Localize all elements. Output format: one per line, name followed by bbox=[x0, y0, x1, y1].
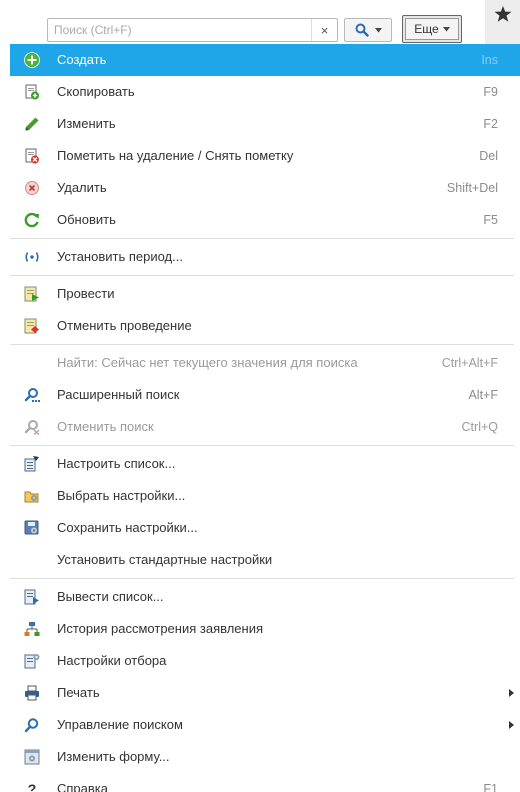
menu-item-label: Создать bbox=[57, 52, 107, 67]
menu-item-shortcut: Alt+F bbox=[468, 388, 498, 402]
menu-item-label: Вывести список... bbox=[57, 589, 164, 604]
menu-item-label: Установить стандартные настройки bbox=[57, 552, 273, 567]
refresh-icon bbox=[24, 212, 40, 228]
menu-item-shortcut: F2 bbox=[483, 117, 498, 131]
menu-item-label: История рассмотрения заявления bbox=[57, 621, 264, 636]
menu-toolbar: × Еще bbox=[0, 0, 520, 44]
menu-item-mark-delete[interactable]: Пометить на удаление / Снять пометку Del bbox=[10, 140, 520, 172]
more-button-label: Еще bbox=[414, 22, 439, 36]
menu-item-label: Отменить поиск bbox=[57, 419, 154, 434]
add-icon bbox=[24, 52, 40, 68]
search-icon bbox=[24, 717, 40, 733]
menu-item-label: Отменить проведение bbox=[57, 318, 192, 333]
menu-item-cancel-search[interactable]: Отменить поиск Ctrl+Q bbox=[10, 411, 520, 443]
menu-item-shortcut: F9 bbox=[483, 85, 498, 99]
menu-item-create[interactable]: Создать Ins bbox=[10, 44, 520, 76]
submenu-arrow-icon bbox=[509, 721, 514, 729]
export-list-icon bbox=[24, 589, 40, 605]
favorites-button[interactable] bbox=[485, 0, 520, 44]
submenu-arrow-icon bbox=[509, 689, 514, 697]
menu-item-print[interactable]: Печать bbox=[10, 677, 520, 709]
menu-item-shortcut: Shift+Del bbox=[446, 181, 498, 195]
menu-item-label: Настроить список... bbox=[57, 456, 176, 471]
find-button[interactable] bbox=[344, 18, 392, 42]
star-icon bbox=[494, 6, 511, 22]
cancel-search-icon bbox=[24, 419, 40, 435]
menu-item-copy[interactable]: Скопировать F9 bbox=[10, 76, 520, 108]
menu-item-label: Удалить bbox=[57, 180, 107, 195]
menu-item-post[interactable]: Провести bbox=[10, 278, 520, 310]
menu-item-shortcut: Del bbox=[479, 149, 498, 163]
post-icon bbox=[24, 286, 40, 302]
help-icon: ? bbox=[24, 781, 40, 792]
save-settings-icon bbox=[24, 520, 40, 536]
menu-item-set-period[interactable]: Установить период... bbox=[10, 241, 520, 273]
search-field[interactable]: × bbox=[47, 18, 338, 42]
clear-search-button[interactable]: × bbox=[311, 19, 337, 41]
menu-item-unpost[interactable]: Отменить проведение bbox=[10, 310, 520, 342]
menu-item-label: Управление поиском bbox=[57, 717, 183, 732]
menu-item-advanced-search[interactable]: Расширенный поиск Alt+F bbox=[10, 379, 520, 411]
period-icon bbox=[24, 249, 40, 265]
svg-text:?: ? bbox=[28, 781, 37, 792]
more-actions-menu: Создать Ins Скопировать F9 Изменить F2 П… bbox=[10, 44, 520, 792]
change-form-icon bbox=[24, 749, 40, 765]
menu-item-label: Пометить на удаление / Снять пометку bbox=[57, 148, 294, 163]
menu-item-filter-settings[interactable]: Настройки отбора bbox=[10, 645, 520, 677]
unpost-icon bbox=[24, 318, 40, 334]
menu-item-shortcut: F5 bbox=[483, 213, 498, 227]
copy-icon bbox=[24, 84, 40, 100]
menu-item-label: Изменить форму... bbox=[57, 749, 170, 764]
menu-item-choose-settings[interactable]: Выбрать настройки... bbox=[10, 480, 520, 512]
menu-item-configure-list[interactable]: Настроить список... bbox=[10, 448, 520, 480]
advanced-search-icon bbox=[24, 387, 40, 403]
menu-item-label: Установить период... bbox=[57, 249, 183, 264]
menu-item-label: Провести bbox=[57, 286, 115, 301]
menu-item-save-settings[interactable]: Сохранить настройки... bbox=[10, 512, 520, 544]
menu-item-change-form[interactable]: Изменить форму... bbox=[10, 741, 520, 773]
more-button[interactable]: Еще bbox=[402, 15, 462, 43]
configure-list-icon bbox=[24, 456, 40, 472]
chevron-down-icon bbox=[442, 26, 450, 31]
menu-item-label: Справка bbox=[57, 781, 108, 792]
menu-item-help[interactable]: ? Справка F1 bbox=[10, 773, 520, 792]
menu-item-label: Сохранить настройки... bbox=[57, 520, 198, 535]
menu-item-label: Найти: Сейчас нет текущего значения для … bbox=[57, 355, 358, 370]
menu-item-find[interactable]: Найти: Сейчас нет текущего значения для … bbox=[10, 347, 520, 379]
menu-item-history[interactable]: История рассмотрения заявления bbox=[10, 613, 520, 645]
menu-item-edit[interactable]: Изменить F2 bbox=[10, 108, 520, 140]
chevron-down-icon bbox=[374, 27, 382, 32]
menu-item-label: Обновить bbox=[57, 212, 116, 227]
menu-item-label: Выбрать настройки... bbox=[57, 488, 186, 503]
mark-delete-icon bbox=[24, 148, 40, 164]
menu-item-standard-settings[interactable]: Установить стандартные настройки bbox=[10, 544, 520, 576]
menu-item-shortcut: Ins bbox=[481, 53, 498, 67]
print-icon bbox=[24, 685, 40, 701]
menu-item-label: Печать bbox=[57, 685, 100, 700]
history-icon bbox=[24, 621, 40, 637]
menu-item-label: Скопировать bbox=[57, 84, 135, 99]
menu-item-refresh[interactable]: Обновить F5 bbox=[10, 204, 520, 236]
menu-item-export-list[interactable]: Вывести список... bbox=[10, 581, 520, 613]
menu-item-label: Изменить bbox=[57, 116, 116, 131]
menu-item-shortcut: F1 bbox=[483, 782, 498, 792]
choose-settings-icon bbox=[24, 488, 40, 504]
menu-item-label: Настройки отбора bbox=[57, 653, 167, 668]
menu-item-search-management[interactable]: Управление поиском bbox=[10, 709, 520, 741]
menu-item-shortcut: Ctrl+Q bbox=[461, 420, 498, 434]
pencil-icon bbox=[24, 116, 40, 132]
menu-item-shortcut: Ctrl+Alt+F bbox=[441, 356, 498, 370]
search-icon bbox=[355, 23, 369, 37]
delete-icon bbox=[24, 180, 40, 196]
menu-item-label: Расширенный поиск bbox=[57, 387, 180, 402]
filter-settings-icon bbox=[24, 653, 40, 669]
search-input[interactable] bbox=[48, 19, 310, 41]
menu-item-delete[interactable]: Удалить Shift+Del bbox=[10, 172, 520, 204]
